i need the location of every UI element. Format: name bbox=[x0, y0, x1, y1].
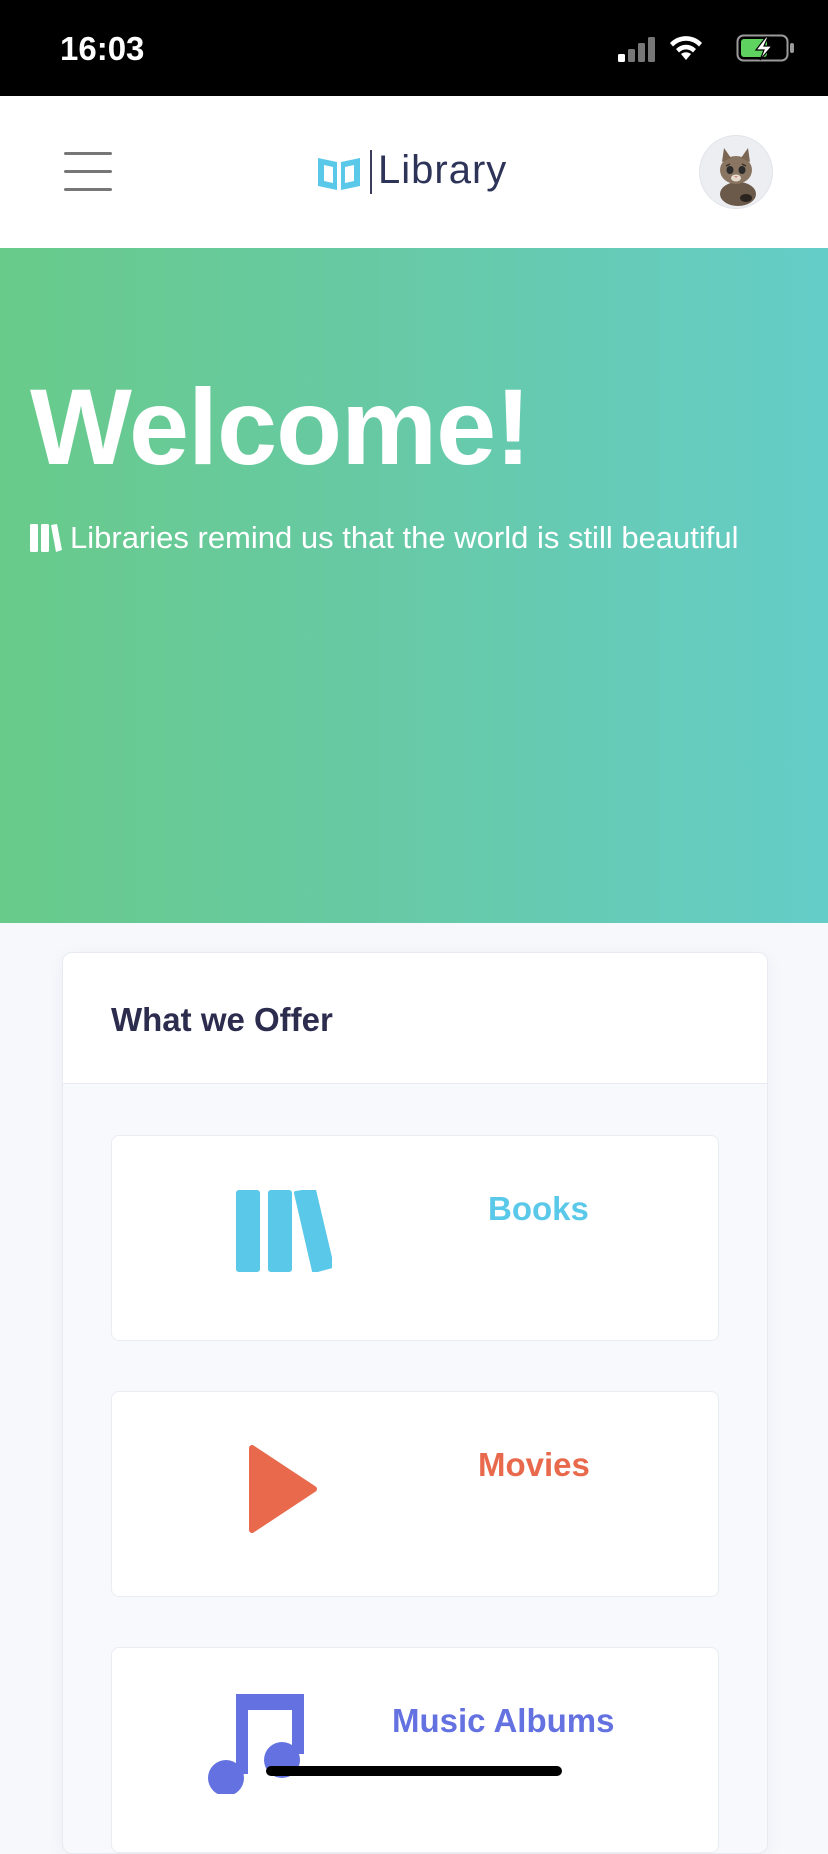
signal-icon bbox=[618, 37, 655, 62]
hero-subtitle: Libraries remind us that the world is st… bbox=[30, 520, 790, 564]
hero-title: Welcome! bbox=[30, 366, 531, 487]
hero-banner: Welcome! Libraries remind us that the wo… bbox=[0, 248, 828, 923]
menu-line bbox=[64, 170, 112, 173]
offer-card: What we Offer Books Movies Music Albums bbox=[62, 952, 768, 1854]
offer-item-movies[interactable]: Movies bbox=[111, 1391, 719, 1597]
offer-label-music-albums: Music Albums bbox=[392, 1702, 615, 1739]
app-name: Library bbox=[378, 148, 508, 192]
brand-divider bbox=[370, 150, 372, 194]
app-header: Library bbox=[0, 96, 828, 248]
offer-card-header: What we Offer bbox=[63, 953, 767, 1084]
music-note-icon bbox=[208, 1694, 304, 1794]
battery-charging-icon bbox=[736, 34, 794, 62]
home-indicator[interactable] bbox=[266, 1766, 562, 1776]
hero-subtitle-text: Libraries remind us that the world is st… bbox=[70, 520, 739, 555]
wifi-icon bbox=[670, 36, 702, 60]
hamburger-menu-button[interactable] bbox=[64, 152, 112, 192]
user-avatar[interactable] bbox=[700, 136, 772, 208]
status-bar: 16:03 bbox=[0, 0, 828, 96]
offer-label-books: Books bbox=[488, 1190, 589, 1227]
menu-line bbox=[64, 152, 112, 155]
books-icon bbox=[30, 524, 62, 552]
status-icons bbox=[596, 34, 796, 64]
books-icon bbox=[236, 1190, 332, 1272]
brand-logo[interactable]: Library bbox=[316, 148, 516, 196]
menu-line bbox=[64, 188, 112, 191]
offer-item-music-albums[interactable]: Music Albums bbox=[111, 1647, 719, 1853]
offer-item-books[interactable]: Books bbox=[111, 1135, 719, 1341]
status-time: 16:03 bbox=[60, 30, 145, 67]
play-icon bbox=[249, 1445, 317, 1533]
offer-label-movies: Movies bbox=[478, 1446, 590, 1483]
offer-card-title: What we Offer bbox=[111, 1001, 333, 1038]
open-book-icon bbox=[318, 158, 360, 190]
cat-avatar-icon bbox=[700, 136, 772, 208]
